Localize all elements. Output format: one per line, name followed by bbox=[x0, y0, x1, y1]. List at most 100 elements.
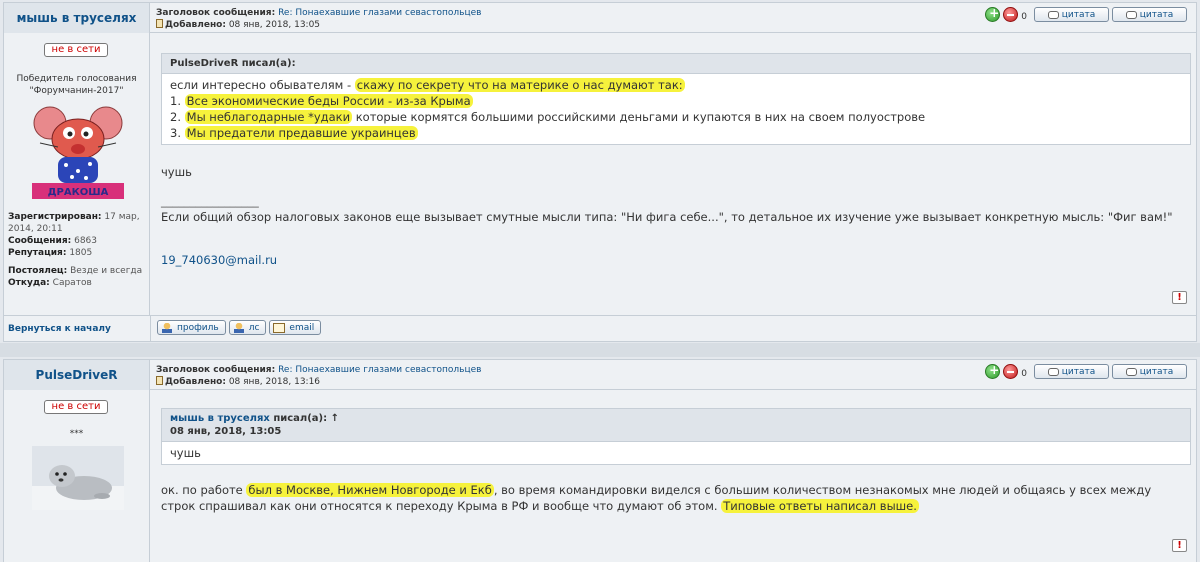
contact-buttons: профиль лс email bbox=[157, 320, 322, 335]
person-icon bbox=[161, 322, 173, 333]
post-document-icon[interactable] bbox=[156, 376, 163, 385]
post-header: PulseDriveR Заголовок сообщения: Re: Пон… bbox=[4, 360, 1196, 390]
quote-wrote: писал(а): ↑ bbox=[269, 413, 339, 424]
post-body: PulseDriveR писал(а): если интересно обы… bbox=[151, 33, 1196, 315]
post-meta: Заголовок сообщения: Re: Понаехавшие гла… bbox=[156, 7, 481, 31]
multi-quote-button-label: цитата bbox=[1139, 366, 1174, 377]
signature-email-link[interactable]: 19_740630@mail.ru bbox=[161, 253, 277, 267]
reputation-label: Репутация: bbox=[8, 248, 67, 258]
people-icon bbox=[232, 322, 245, 333]
author-profile: не в сети Победитель голосования "Форумч… bbox=[4, 33, 150, 315]
author-name-link[interactable]: мышь в труселях bbox=[17, 11, 137, 25]
post-separator bbox=[0, 343, 1200, 357]
author-header: мышь в труселях bbox=[4, 3, 150, 33]
pm-button-label: лс bbox=[248, 322, 260, 333]
multi-quote-button-label: цитата bbox=[1139, 9, 1174, 20]
quote-intro: если интересно обывателям - bbox=[170, 78, 355, 92]
subject-label: Заголовок сообщения: bbox=[156, 8, 276, 18]
user-rank: Победитель голосования "Форумчанин-2017" bbox=[8, 73, 145, 97]
vote-count: 0 bbox=[1021, 368, 1027, 379]
report-icon[interactable]: ! bbox=[1172, 291, 1187, 304]
avatar: ДРАКОША bbox=[32, 106, 124, 199]
post-1: мышь в труселях Заголовок сообщения: Re:… bbox=[3, 2, 1197, 316]
email-button[interactable]: email bbox=[269, 320, 322, 335]
profile-button-label: профиль bbox=[177, 322, 219, 333]
profile-stats: Зарегистрирован: 17 мар, 2014, 20:11 Соо… bbox=[8, 211, 146, 289]
status-badge: не в сети bbox=[44, 43, 108, 57]
quote-button[interactable]: цитата bbox=[1034, 7, 1109, 22]
post-text-highlight-1: был в Москве, Нижнем Новгороде и Екб bbox=[246, 483, 494, 497]
registered-label: Зарегистрирован: bbox=[8, 212, 102, 222]
quote-block: PulseDriveR писал(а): если интересно обы… bbox=[161, 53, 1191, 145]
quote-item-1: Все экономические беды России - из-за Кр… bbox=[184, 94, 473, 108]
quote-button[interactable]: цитата bbox=[1034, 364, 1109, 379]
reputation-value: 1805 bbox=[69, 248, 93, 258]
quote-item-3-number: 3. bbox=[170, 126, 185, 140]
post-actions: 0 цитата цитата bbox=[985, 6, 1187, 22]
footer-divider bbox=[150, 316, 151, 341]
quote-content: если интересно обывателям - скажу по сек… bbox=[162, 74, 1190, 144]
post-text: ок. по работе был в Москве, Нижнем Новго… bbox=[161, 482, 1188, 514]
post-date: 08 янв, 2018, 13:05 bbox=[228, 20, 321, 30]
report-icon[interactable]: ! bbox=[1172, 539, 1187, 552]
quote-item-2-highlight: Мы неблагодарные *удаки bbox=[184, 110, 353, 124]
rank-line-1: Победитель голосования bbox=[16, 74, 137, 84]
post-header: мышь в труселях Заголовок сообщения: Re:… bbox=[4, 3, 1196, 33]
subject-link[interactable]: Re: Понаехавшие глазами севастопольцев bbox=[278, 8, 481, 18]
quote-button-label: цитата bbox=[1061, 9, 1096, 20]
signature-text: Если общий обзор налоговых законов еще в… bbox=[161, 210, 1173, 224]
quote-header: мышь в труселях писал(а): ↑ 08 янв, 2018… bbox=[162, 409, 1190, 442]
quote-block: мышь в труселях писал(а): ↑ 08 янв, 2018… bbox=[161, 408, 1191, 465]
post-date: 08 янв, 2018, 13:16 bbox=[228, 377, 321, 387]
subject-link[interactable]: Re: Понаехавшие глазами севастопольцев bbox=[278, 365, 481, 375]
avatar-caption: ДРАКОША bbox=[48, 187, 109, 198]
quote-header: PulseDriveR писал(а): bbox=[162, 54, 1190, 74]
quote-item-2-rest: которые кормятся большими российскими де… bbox=[352, 110, 926, 124]
multi-quote-button[interactable]: цитата bbox=[1112, 364, 1187, 379]
post-actions: 0 цитата цитата bbox=[985, 363, 1187, 379]
quote-text: чушь bbox=[170, 446, 201, 460]
resident-label: Постоялец: bbox=[8, 266, 68, 276]
back-to-top-link[interactable]: Вернуться к началу bbox=[8, 324, 111, 334]
vote-down-icon[interactable] bbox=[1003, 7, 1019, 22]
post-1-footer: Вернуться к началу профиль лс email bbox=[3, 316, 1197, 342]
quote-intro-highlight: скажу по секрету что на материке о нас д… bbox=[354, 78, 685, 92]
messages-count: 6863 bbox=[74, 236, 97, 246]
profile-button[interactable]: профиль bbox=[157, 320, 226, 335]
quote-item-3: Мы предатели предавшие украинцев bbox=[184, 126, 418, 140]
quote-item-1-number: 1. bbox=[170, 94, 185, 108]
speech-bubble-icon bbox=[1047, 10, 1059, 19]
quote-author-link[interactable]: мышь в труселях bbox=[170, 413, 270, 424]
added-label: Добавлено: bbox=[165, 20, 226, 30]
author-profile: не в сети *** bbox=[4, 390, 150, 562]
avatar bbox=[32, 446, 124, 510]
quote-button-label: цитата bbox=[1061, 366, 1096, 377]
post-meta: Заголовок сообщения: Re: Понаехавшие гла… bbox=[156, 364, 481, 388]
email-button-label: email bbox=[289, 322, 315, 333]
speech-bubble-icon bbox=[1125, 367, 1137, 376]
user-rank: *** bbox=[69, 429, 84, 439]
quote-author: PulseDriveR bbox=[170, 58, 239, 69]
vote-up-icon[interactable] bbox=[985, 363, 1001, 379]
envelope-icon bbox=[273, 322, 286, 333]
status-badge: не в сети bbox=[44, 400, 108, 414]
quote-date: 08 янв, 2018, 13:05 bbox=[170, 426, 282, 437]
vote-up-icon[interactable] bbox=[985, 6, 1001, 22]
added-label: Добавлено: bbox=[165, 377, 226, 387]
messages-label: Сообщения: bbox=[8, 236, 72, 246]
quote-content: чушь bbox=[162, 442, 1190, 464]
quote-wrote: писал(а): bbox=[241, 58, 296, 69]
from-value: Саратов bbox=[52, 278, 92, 288]
speech-bubble-icon bbox=[1047, 367, 1059, 376]
vote-down-icon[interactable] bbox=[1003, 364, 1019, 379]
multi-quote-button[interactable]: цитата bbox=[1112, 7, 1187, 22]
from-label: Откуда: bbox=[8, 278, 50, 288]
author-name-link[interactable]: PulseDriveR bbox=[36, 368, 118, 382]
pm-button[interactable]: лс bbox=[228, 320, 267, 335]
post-document-icon[interactable] bbox=[156, 19, 163, 28]
post-text-highlight-2: Типовые ответы написал выше. bbox=[721, 499, 919, 513]
subject-label: Заголовок сообщения: bbox=[156, 365, 276, 375]
post-text-part-1: ок. по работе bbox=[161, 483, 247, 497]
post-text: чушь bbox=[161, 165, 192, 179]
signature-divider: _________________ bbox=[161, 194, 259, 208]
